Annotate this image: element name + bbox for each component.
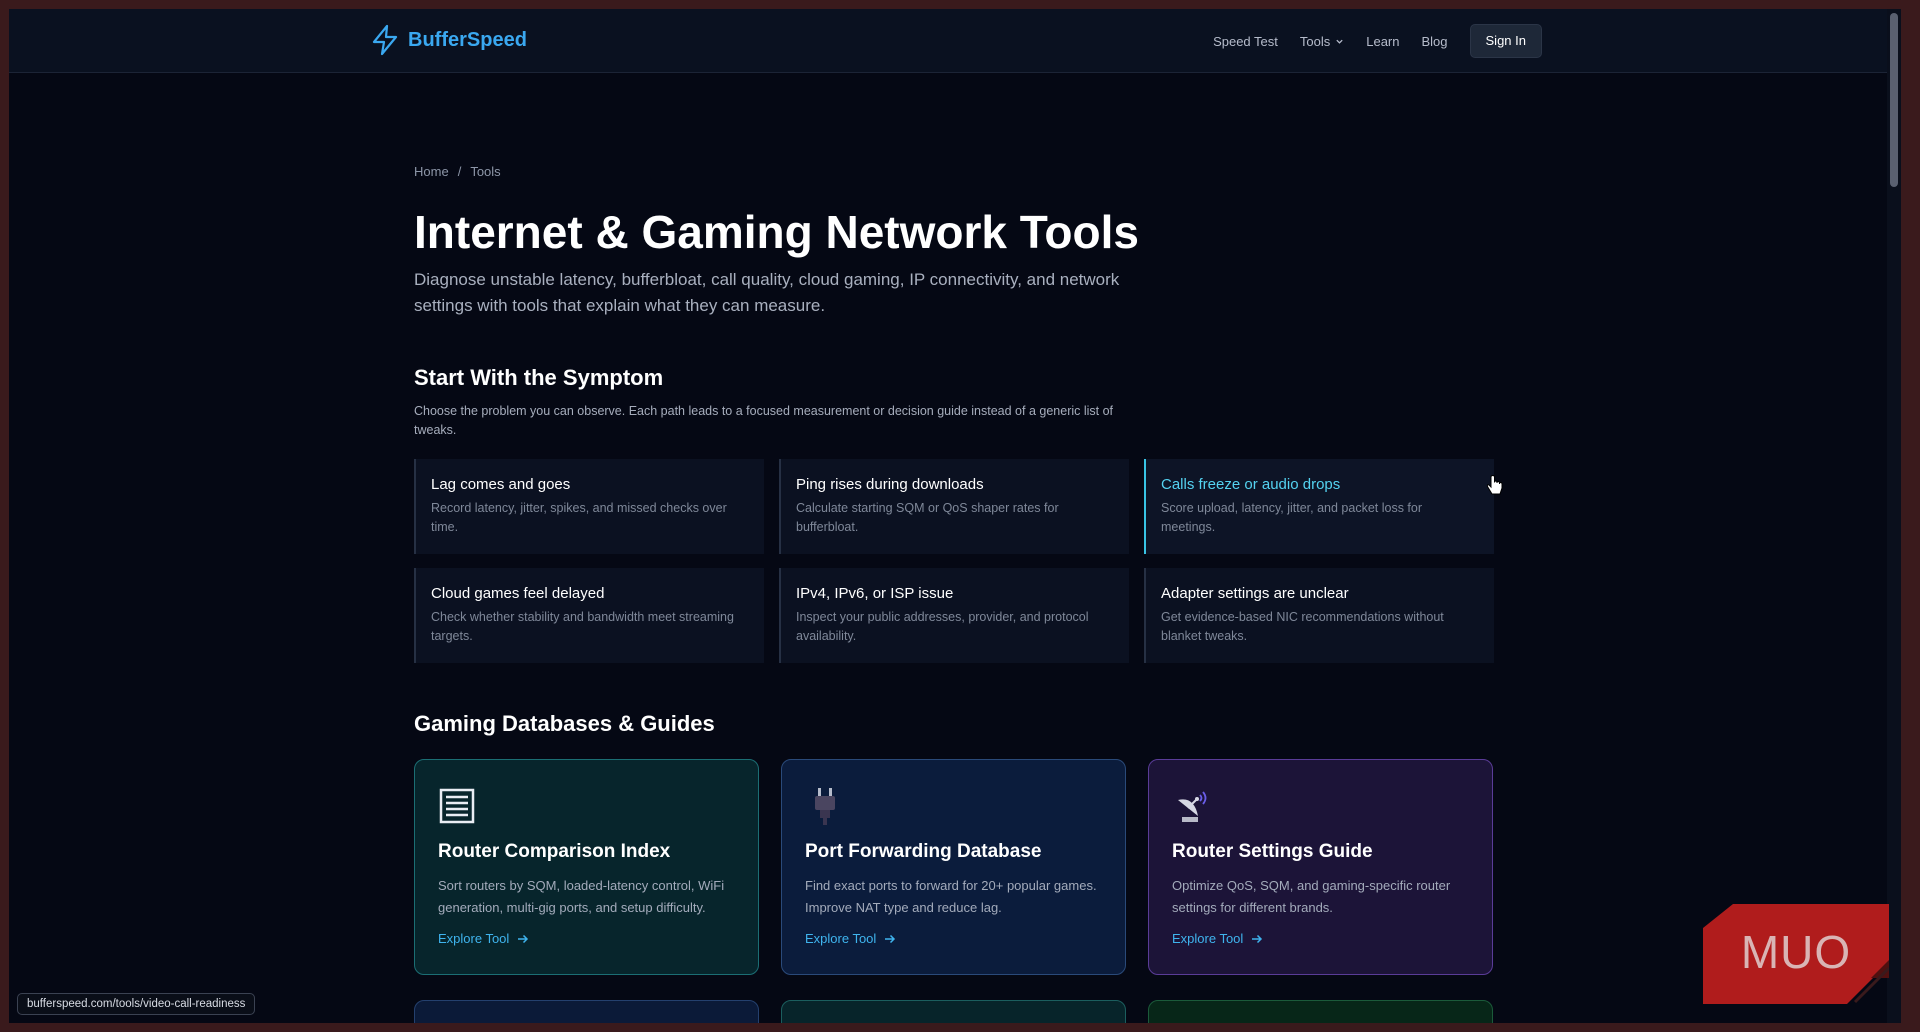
satellite-dish-icon [1178, 791, 1207, 822]
tool-card-partial[interactable] [414, 1000, 759, 1023]
arrow-right-icon [885, 934, 896, 943]
tool-desc: Sort routers by SQM, loaded-latency cont… [438, 878, 725, 915]
symptom-desc: Get evidence-based NIC recommendations w… [1161, 610, 1444, 643]
symptom-card-calls[interactable]: Calls freeze or audio drops Score upload… [1144, 459, 1494, 554]
top-navbar: BufferSpeed Speed Test Tools Learn Blog … [9, 9, 1901, 73]
tool-desc: Find exact ports to forward for 20+ popu… [805, 878, 1097, 915]
vertical-scrollbar[interactable] [1887, 9, 1901, 1023]
nav-blog[interactable]: Blog [1421, 34, 1447, 49]
tool-card-router-settings[interactable]: Router Settings Guide Optimize QoS, SQM,… [1148, 759, 1493, 975]
chevron-down-icon [1336, 39, 1343, 44]
hand-cursor-icon [1486, 474, 1503, 495]
page-description: Diagnose unstable latency, bufferbloat, … [414, 270, 1120, 315]
symptoms-subheading: Choose the problem you can observe. Each… [414, 404, 1114, 437]
gaming-heading: Gaming Databases & Guides [414, 711, 715, 736]
brand-logo[interactable]: BufferSpeed [370, 24, 527, 56]
symptom-desc: Check whether stability and bandwidth me… [431, 610, 734, 643]
explore-tool-label: Explore Tool [805, 931, 877, 946]
explore-tool-label: Explore Tool [1172, 931, 1244, 946]
symptom-title: Cloud games feel delayed [431, 585, 605, 602]
symptom-title: Lag comes and goes [431, 476, 571, 493]
ledger-icon [439, 788, 475, 824]
symptom-card-cloud[interactable]: Cloud games feel delayed Check whether s… [414, 568, 764, 663]
plug-icon [815, 788, 835, 825]
browser-viewport: BufferSpeed Speed Test Tools Learn Blog … [9, 9, 1901, 1023]
tool-card-port-forwarding[interactable]: Port Forwarding Database Find exact port… [781, 759, 1126, 975]
symptom-desc: Inspect your public addresses, provider,… [796, 610, 1089, 643]
symptom-title: Adapter settings are unclear [1161, 585, 1349, 602]
muo-watermark: MUO [1703, 904, 1891, 1004]
explore-tool-link[interactable]: Explore Tool [438, 931, 735, 946]
breadcrumb-current: Tools [470, 164, 501, 179]
tool-card-partial[interactable] [781, 1000, 1126, 1023]
symptom-card-lag[interactable]: Lag comes and goes Record latency, jitte… [414, 459, 764, 554]
symptom-desc: Record latency, jitter, spikes, and miss… [431, 501, 727, 534]
tool-card-router-comparison[interactable]: Router Comparison Index Sort routers by … [414, 759, 759, 975]
symptom-card-adapter[interactable]: Adapter settings are unclear Get evidenc… [1144, 568, 1494, 663]
tool-title: Router Settings Guide [1172, 841, 1373, 862]
tool-desc: Optimize QoS, SQM, and gaming-specific r… [1172, 878, 1451, 915]
arrow-right-icon [1252, 934, 1263, 943]
symptom-desc: Score upload, latency, jitter, and packe… [1161, 501, 1423, 534]
breadcrumb: Home / Tools [414, 164, 501, 179]
explore-tool-label: Explore Tool [438, 931, 510, 946]
symptom-card-ping[interactable]: Ping rises during downloads Calculate st… [779, 459, 1129, 554]
symptom-desc: Calculate starting SQM or QoS shaper rat… [796, 501, 1059, 534]
symptom-title: Calls freeze or audio drops [1161, 476, 1341, 493]
symptoms-heading: Start With the Symptom [414, 365, 664, 390]
watermark-text: MUO [1740, 926, 1852, 978]
breadcrumb-separator: / [457, 164, 462, 179]
page-title: Internet & Gaming Network Tools [414, 206, 1139, 258]
tool-title: Router Comparison Index [438, 841, 671, 862]
nav-learn[interactable]: Learn [1366, 34, 1399, 49]
scrollbar-thumb[interactable] [1890, 13, 1898, 187]
sign-in-button[interactable]: Sign In [1469, 24, 1542, 58]
breadcrumb-home[interactable]: Home [414, 164, 449, 179]
explore-tool-link[interactable]: Explore Tool [805, 931, 1102, 946]
explore-tool-link[interactable]: Explore Tool [1172, 931, 1469, 946]
symptom-title: IPv4, IPv6, or ISP issue [796, 585, 954, 602]
arrow-right-icon [518, 934, 529, 943]
nav-speed-test[interactable]: Speed Test [1213, 34, 1278, 49]
symptom-card-ip[interactable]: IPv4, IPv6, or ISP issue Inspect your pu… [779, 568, 1129, 663]
tool-card-partial[interactable] [1148, 1000, 1493, 1023]
nav-tools-label: Tools [1299, 33, 1331, 49]
nav-tools-dropdown[interactable]: Tools [1300, 34, 1344, 49]
lightning-bolt-icon [372, 24, 398, 56]
nav-links: Speed Test Tools Learn Blog Sign In [1213, 24, 1542, 58]
link-preview-status: bufferspeed.com/tools/video-call-readine… [17, 993, 256, 1015]
symptom-title: Ping rises during downloads [796, 476, 984, 493]
brand-name: BufferSpeed [408, 28, 527, 51]
tool-title: Port Forwarding Database [805, 841, 1042, 862]
